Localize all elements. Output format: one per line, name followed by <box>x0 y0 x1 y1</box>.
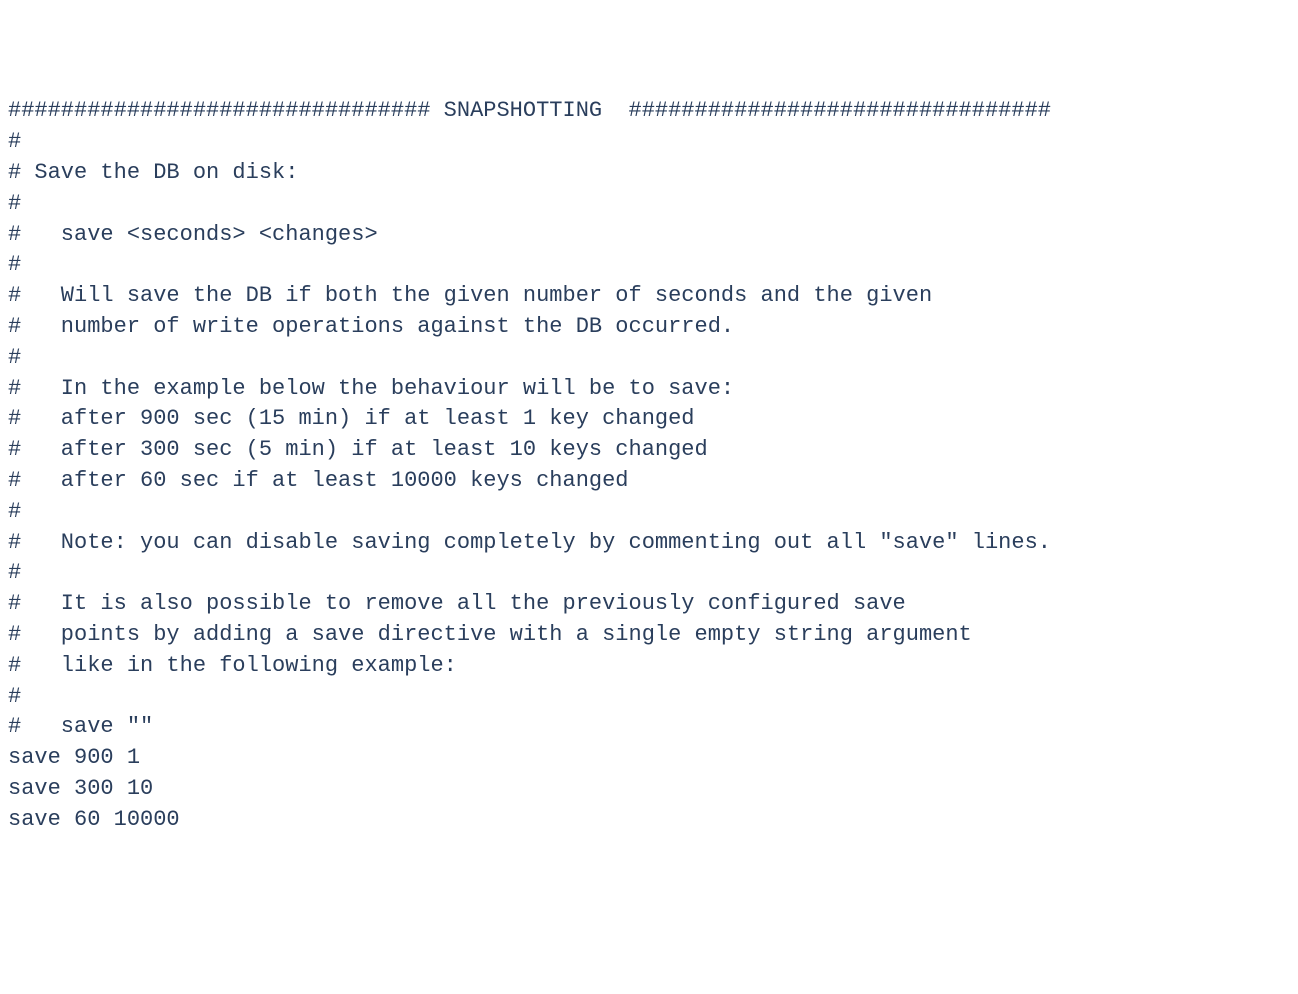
config-line: save 900 1 <box>8 743 1290 774</box>
config-line: # Save the DB on disk: <box>8 158 1290 189</box>
config-line: # after 60 sec if at least 10000 keys ch… <box>8 466 1290 497</box>
config-line: # <box>8 497 1290 528</box>
config-line: # save <seconds> <changes> <box>8 220 1290 251</box>
config-line: # save "" <box>8 712 1290 743</box>
config-line: # <box>8 127 1290 158</box>
config-line: # Will save the DB if both the given num… <box>8 281 1290 312</box>
config-line: # after 300 sec (5 min) if at least 10 k… <box>8 435 1290 466</box>
config-line: # <box>8 558 1290 589</box>
config-line: ################################ SNAPSHO… <box>8 96 1290 127</box>
config-line: # <box>8 189 1290 220</box>
config-line: # <box>8 343 1290 374</box>
config-line: # Note: you can disable saving completel… <box>8 528 1290 559</box>
config-line: # <box>8 250 1290 281</box>
config-line: # number of write operations against the… <box>8 312 1290 343</box>
config-line: # <box>8 682 1290 713</box>
config-line: # like in the following example: <box>8 651 1290 682</box>
config-line: # points by adding a save directive with… <box>8 620 1290 651</box>
config-line: save 60 10000 <box>8 805 1290 836</box>
config-line: save 300 10 <box>8 774 1290 805</box>
config-line: # In the example below the behaviour wil… <box>8 374 1290 405</box>
config-line: # It is also possible to remove all the … <box>8 589 1290 620</box>
config-file-content: ################################ SNAPSHO… <box>8 96 1290 835</box>
config-line: # after 900 sec (15 min) if at least 1 k… <box>8 404 1290 435</box>
